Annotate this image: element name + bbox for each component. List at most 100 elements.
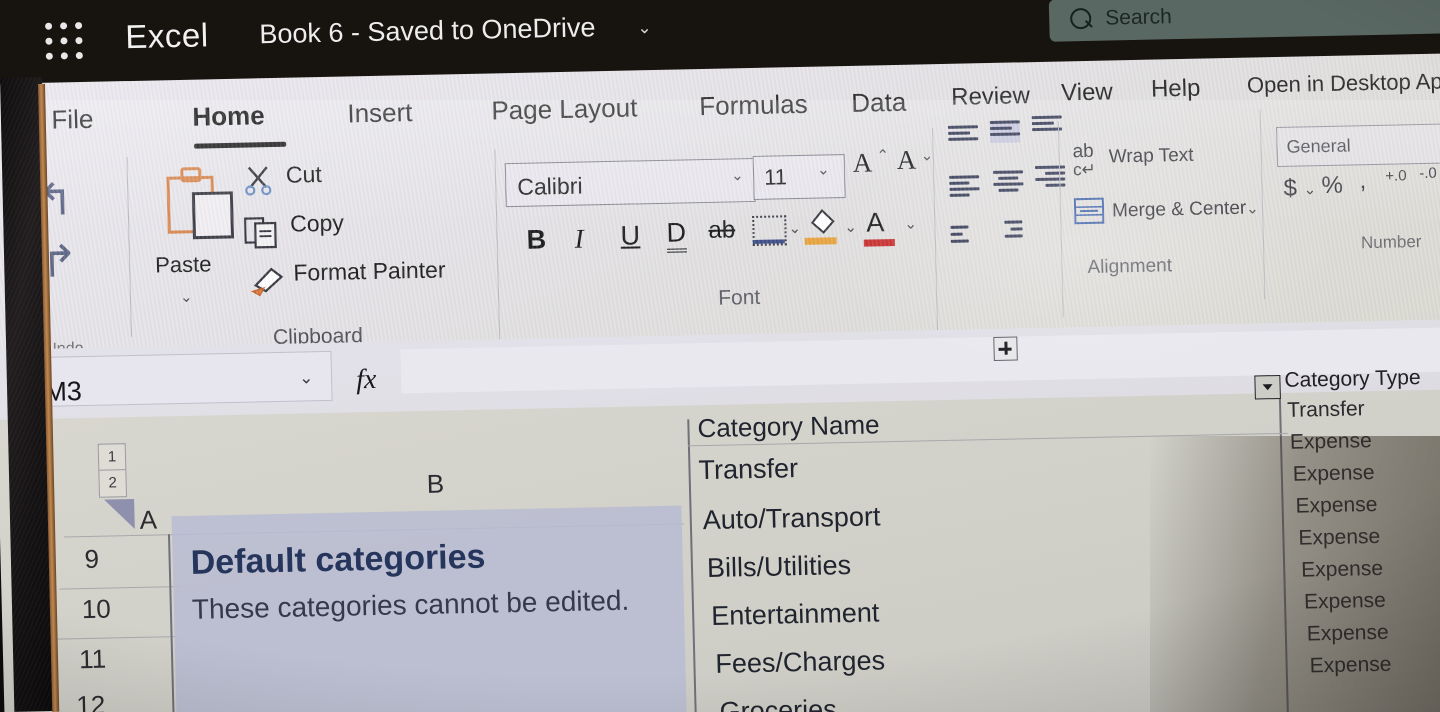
row-header-9[interactable]: 9 xyxy=(84,544,99,575)
align-top-button[interactable] xyxy=(947,125,979,148)
category-name-cell-2[interactable]: Auto/Transport xyxy=(702,501,880,536)
row-header-11[interactable]: 11 xyxy=(79,644,107,676)
font-size-chevron-down-icon[interactable]: ⌄ xyxy=(817,160,830,178)
format-painter-button[interactable]: Format Painter xyxy=(293,256,446,286)
grid-line xyxy=(59,586,180,590)
tab-file[interactable]: File xyxy=(51,104,94,136)
name-box-chevron-down-icon[interactable]: ⌄ xyxy=(299,368,314,388)
grow-font-caret-icon: ⌄ xyxy=(876,145,890,163)
spreadsheet-grid: 1 2 A B 9 10 11 12 Default categories Th… xyxy=(0,366,1440,712)
decrease-decimal-button[interactable]: -.0 xyxy=(1419,165,1437,182)
percent-button[interactable]: % xyxy=(1321,172,1346,201)
tab-open-in-desktop-app[interactable]: Open in Desktop App xyxy=(1247,68,1440,98)
cut-icon[interactable] xyxy=(244,165,275,196)
tab-help[interactable]: Help xyxy=(1151,75,1201,104)
align-middle-button[interactable] xyxy=(989,120,1021,143)
category-type-header[interactable]: Category Type xyxy=(1284,366,1421,393)
grow-font-button[interactable]: A xyxy=(852,147,872,178)
number-format-value: General xyxy=(1286,135,1351,157)
wrap-text-button[interactable]: Wrap Text xyxy=(1108,145,1193,169)
italic-button[interactable]: I xyxy=(574,224,584,255)
category-type-cell-9[interactable]: Expense xyxy=(1309,653,1391,679)
row-header-10[interactable]: 10 xyxy=(81,594,111,626)
comma-button[interactable]: , xyxy=(1359,167,1369,195)
tab-home[interactable]: Home xyxy=(192,100,265,133)
increase-indent-button[interactable] xyxy=(992,220,1023,243)
strikethrough-button[interactable]: ab xyxy=(708,216,735,245)
fill-color-swatch xyxy=(804,237,837,245)
font-group-label: Font xyxy=(717,285,761,310)
fill-color-icon[interactable] xyxy=(806,206,841,237)
category-type-cell-5[interactable]: Expense xyxy=(1298,525,1380,551)
tab-insert[interactable]: Insert xyxy=(347,97,413,129)
paste-label[interactable]: Paste xyxy=(155,251,212,278)
category-type-cell-1[interactable]: Transfer xyxy=(1287,397,1365,423)
tab-review[interactable]: Review xyxy=(951,82,1030,112)
wrap-text-icon[interactable]: ab c↵ xyxy=(1072,141,1096,180)
ribbon-divider xyxy=(126,157,132,338)
category-name-cell-5[interactable]: Fees/Charges xyxy=(715,645,885,680)
currency-button[interactable]: $ xyxy=(1283,175,1300,203)
row-header-12[interactable]: 12 xyxy=(76,690,106,712)
tab-view[interactable]: View xyxy=(1061,78,1113,107)
currency-chevron-down-icon[interactable]: ⌄ xyxy=(1303,180,1316,198)
borders-underline-bar xyxy=(752,239,785,244)
app-launcher-icon[interactable] xyxy=(45,21,86,63)
copy-button[interactable]: Copy xyxy=(290,210,344,238)
cut-button[interactable]: Cut xyxy=(286,161,322,189)
category-type-cell-4[interactable]: Expense xyxy=(1295,493,1377,519)
tab-page-layout[interactable]: Page Layout xyxy=(491,92,638,126)
underline-button[interactable]: U xyxy=(620,220,640,251)
merge-chevron-down-icon[interactable]: ⌄ xyxy=(1246,199,1259,217)
double-underline-button[interactable]: D xyxy=(666,217,687,253)
select-all-triangle-icon[interactable] xyxy=(104,499,135,530)
cell-b9-title[interactable]: Default categories xyxy=(190,538,486,583)
expand-formula-bar-button[interactable] xyxy=(993,336,1018,361)
borders-chevron-down-icon[interactable]: ⌄ xyxy=(788,219,801,237)
category-type-cell-2[interactable]: Expense xyxy=(1290,429,1372,455)
decrease-indent-button[interactable] xyxy=(950,225,981,248)
excel-online-window: Excel Book 6 - Saved to OneDrive ⌄ Searc… xyxy=(0,0,1440,712)
ribbon-divider xyxy=(931,128,939,349)
format-painter-icon[interactable] xyxy=(249,263,286,298)
grid-line xyxy=(687,419,697,712)
category-type-cell-6[interactable]: Expense xyxy=(1301,557,1383,583)
column-header-b[interactable]: B xyxy=(426,469,444,500)
shrink-font-button[interactable]: A xyxy=(896,145,916,176)
chevron-down-icon[interactable]: ⌄ xyxy=(637,18,652,38)
category-type-cell-8[interactable]: Expense xyxy=(1307,621,1389,647)
bold-button[interactable]: B xyxy=(526,224,546,255)
active-tab-underline xyxy=(194,141,287,149)
outline-level-1-button[interactable]: 1 xyxy=(97,443,127,472)
category-name-cell-6[interactable]: Groceries xyxy=(719,694,837,712)
insert-function-icon[interactable]: fx xyxy=(356,364,377,396)
category-name-cell-3[interactable]: Bills/Utilities xyxy=(707,550,852,584)
merge-center-button[interactable]: Merge & Center xyxy=(1112,198,1247,223)
category-name-cell-4[interactable]: Entertainment xyxy=(711,597,880,632)
grid-line xyxy=(1278,392,1289,712)
align-left-button[interactable] xyxy=(949,175,980,198)
tab-data[interactable]: Data xyxy=(851,87,907,119)
copy-icon[interactable] xyxy=(243,215,279,250)
increase-decimal-button[interactable]: +.0 xyxy=(1385,167,1407,184)
merge-center-icon[interactable] xyxy=(1073,197,1105,226)
column-header-a[interactable]: A xyxy=(139,505,157,536)
align-center-button[interactable] xyxy=(993,170,1024,193)
paste-icon[interactable] xyxy=(163,165,239,245)
filter-dropdown-icon[interactable] xyxy=(1254,374,1281,400)
font-color-swatch xyxy=(863,239,895,247)
align-right-button[interactable] xyxy=(1034,165,1066,188)
font-color-button[interactable]: A xyxy=(866,207,885,238)
category-type-cell-7[interactable]: Expense xyxy=(1304,589,1386,615)
category-name-header[interactable]: Category Name xyxy=(697,409,880,444)
paste-chevron-down-icon[interactable]: ⌄ xyxy=(180,288,193,306)
document-title[interactable]: Book 6 - Saved to OneDrive xyxy=(259,12,596,50)
font-size-value: 11 xyxy=(763,164,788,190)
category-name-cell-1[interactable]: Transfer xyxy=(698,453,798,486)
font-name-chevron-down-icon[interactable]: ⌄ xyxy=(731,166,744,184)
category-type-cell-3[interactable]: Expense xyxy=(1293,461,1375,487)
outline-level-2-button[interactable]: 2 xyxy=(98,469,128,498)
font-color-chevron-down-icon[interactable]: ⌄ xyxy=(904,215,917,233)
tab-formulas[interactable]: Formulas xyxy=(699,89,808,122)
fill-chevron-down-icon[interactable]: ⌄ xyxy=(844,218,857,236)
